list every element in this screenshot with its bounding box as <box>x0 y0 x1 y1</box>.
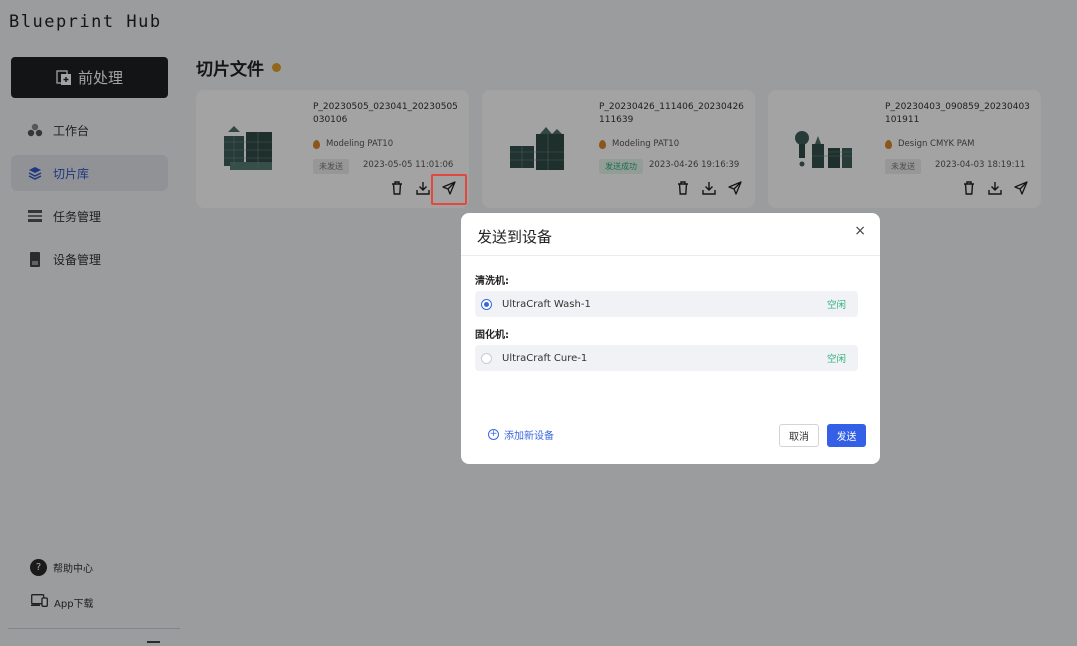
send-button-highlight <box>431 174 467 205</box>
add-circle-icon: + <box>488 429 499 440</box>
add-device-link[interactable]: + 添加新设备 <box>488 427 554 442</box>
dialog-title: 发送到设备 <box>477 228 553 246</box>
device-name: UltraCraft Cure-1 <box>502 352 588 364</box>
add-device-label: 添加新设备 <box>504 431 554 442</box>
device-option-curer[interactable]: UltraCraft Cure-1 空闲 <box>475 345 858 371</box>
close-icon[interactable]: × <box>854 223 866 239</box>
cancel-button[interactable]: 取消 <box>779 424 819 447</box>
group-label-washer: 清洗机: <box>475 276 509 287</box>
send-button[interactable]: 发送 <box>827 424 866 447</box>
device-name: UltraCraft Wash-1 <box>502 298 591 310</box>
send-to-device-dialog: 发送到设备 × 清洗机: UltraCraft Wash-1 空闲 固化机: U… <box>461 213 880 464</box>
device-status: 空闲 <box>826 300 846 311</box>
group-label-curer: 固化机: <box>475 330 509 341</box>
dialog-divider <box>461 255 880 256</box>
radio-selected[interactable] <box>481 298 492 310</box>
device-status: 空闲 <box>826 354 846 365</box>
radio-unselected[interactable] <box>481 352 492 364</box>
device-option-washer[interactable]: UltraCraft Wash-1 空闲 <box>475 291 858 317</box>
